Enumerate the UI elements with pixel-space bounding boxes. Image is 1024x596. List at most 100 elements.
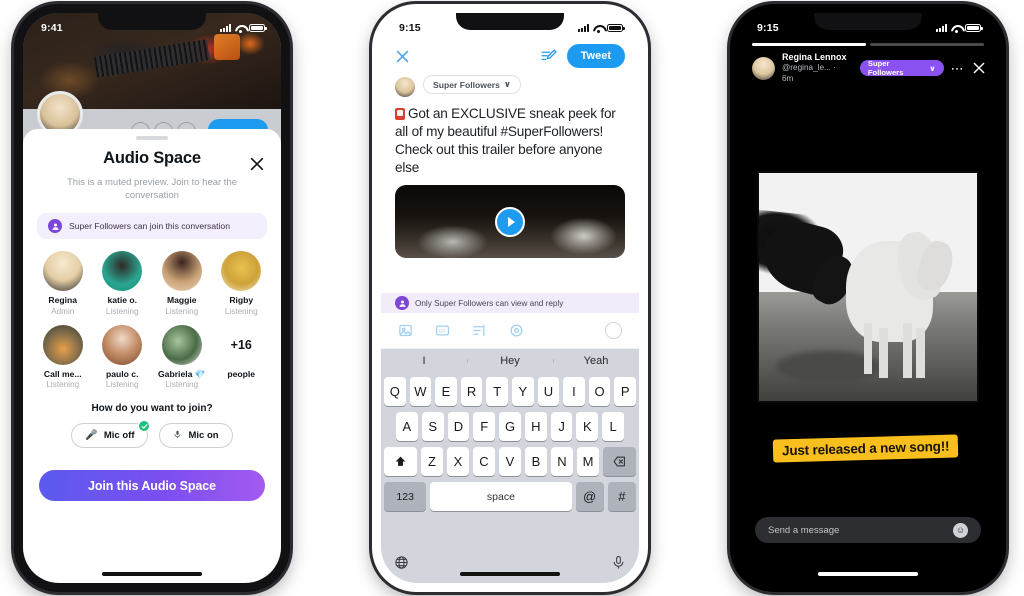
key-w[interactable]: W (409, 377, 432, 406)
participant-name: katie o. (107, 295, 138, 306)
key-y[interactable]: Y (512, 377, 534, 406)
avatar (395, 77, 415, 97)
avatar (221, 251, 262, 292)
join-audio-space-button[interactable]: Join this Audio Space (39, 470, 265, 502)
key-x[interactable]: X (447, 447, 469, 476)
avatar (42, 324, 83, 365)
participant-item[interactable]: Call me... Listening (33, 324, 93, 389)
key-t[interactable]: T (486, 377, 508, 406)
home-indicator[interactable] (460, 572, 560, 576)
suggestion-item[interactable]: I (381, 355, 467, 367)
super-followers-pill[interactable]: Super Followers ∨ (859, 59, 944, 77)
hash-key[interactable]: # (607, 482, 636, 511)
more-label: people (227, 368, 256, 379)
key-q[interactable]: Q (384, 377, 406, 406)
key-e[interactable]: E (435, 377, 457, 406)
key-o[interactable]: O (588, 377, 611, 406)
draft-compose-icon[interactable] (540, 48, 557, 65)
globe-icon[interactable] (394, 555, 409, 575)
gif-icon[interactable]: GIF (435, 323, 450, 338)
participant-item[interactable]: Regina Admin (33, 251, 93, 316)
key-z[interactable]: Z (421, 447, 443, 476)
shift-icon[interactable] (384, 447, 417, 476)
keyboard-bottom-row (381, 553, 639, 583)
battery-icon (965, 24, 983, 32)
key-b[interactable]: B (525, 447, 547, 476)
mic-off-option[interactable]: 🎤 Mic off (71, 420, 151, 449)
avatar (161, 251, 202, 292)
mic-options: 🎤 Mic off Mic on (23, 420, 281, 449)
avatar[interactable] (752, 56, 775, 80)
mic-muted-icon: 🎤 (85, 429, 98, 441)
participant-item[interactable]: katie o. Listening (93, 251, 153, 316)
status-indicators (578, 24, 625, 33)
participant-item[interactable]: Rigby Listening (212, 251, 272, 316)
at-key[interactable]: @ (575, 482, 604, 511)
key-h[interactable]: H (524, 412, 547, 441)
suggestion-item[interactable]: Hey (467, 355, 553, 367)
key-m[interactable]: M (577, 447, 599, 476)
cellular-signal-icon (578, 24, 589, 32)
image-icon[interactable] (398, 323, 413, 338)
key-v[interactable]: V (499, 447, 521, 476)
key-d[interactable]: D (447, 412, 470, 441)
key-p[interactable]: P (614, 377, 636, 406)
emoji-icon[interactable]: ☺ (953, 522, 968, 538)
audience-chip-label: Super Followers (433, 79, 500, 90)
cellular-signal-icon (220, 24, 231, 32)
compose-text[interactable]: Got an EXCLUSIVE sneak peek for all of m… (395, 105, 625, 177)
key-k[interactable]: K (576, 412, 599, 441)
participant-role: Listening (165, 306, 199, 316)
audience-selector-chip[interactable]: Super Followers ∨ (423, 75, 521, 94)
poll-icon[interactable] (472, 323, 487, 338)
participant-item[interactable]: Maggie Listening (152, 251, 212, 316)
wifi-icon (951, 24, 961, 33)
home-indicator[interactable] (102, 572, 202, 576)
location-icon[interactable] (509, 323, 524, 338)
microphone-icon[interactable] (611, 555, 626, 575)
numeric-key[interactable]: 123 (384, 482, 427, 511)
home-indicator[interactable] (818, 572, 918, 576)
white-horse-leg (878, 328, 888, 379)
participant-item[interactable]: paulo c. Listening (93, 324, 153, 390)
participant-name: Rigby (229, 295, 254, 306)
close-icon[interactable] (395, 49, 410, 64)
participant-role: Listening (165, 380, 199, 390)
key-a[interactable]: A (395, 412, 418, 441)
suggestion-item[interactable]: Yeah (553, 355, 639, 367)
key-f[interactable]: F (473, 412, 496, 441)
participant-role: Listening (105, 380, 139, 390)
mic-on-option[interactable]: Mic on (159, 423, 233, 449)
key-r[interactable]: R (460, 377, 483, 406)
key-g[interactable]: G (499, 412, 521, 441)
sheet-grabber[interactable] (136, 136, 168, 140)
key-i[interactable]: I (563, 377, 585, 406)
send-message-bar[interactable]: Send a message ☺ (755, 517, 981, 543)
close-icon[interactable] (972, 61, 986, 75)
keyboard-suggestions: I Hey Yeah (381, 349, 639, 373)
participant-item[interactable]: Gabriela 💎 Listening (152, 324, 212, 390)
story-progress-bar[interactable] (752, 43, 984, 46)
key-j[interactable]: J (550, 412, 573, 441)
key-u[interactable]: U (537, 377, 560, 406)
key-s[interactable]: S (421, 412, 444, 441)
status-time: 9:15 (399, 22, 421, 34)
message-placeholder: Send a message (768, 524, 840, 536)
participant-more[interactable]: +16 people (212, 325, 272, 389)
key-c[interactable]: C (473, 447, 495, 476)
chevron-down-icon: ∨ (503, 79, 511, 89)
attached-video-preview[interactable] (395, 185, 625, 259)
audio-space-sheet: Audio Space This is a muted preview. Joi… (23, 129, 281, 583)
selected-check-icon (138, 420, 151, 433)
white-horse-leg (915, 328, 925, 379)
participant-role: Listening (224, 306, 258, 316)
space-key[interactable]: space (430, 482, 572, 511)
participant-name: paulo c. (106, 368, 139, 379)
more-options-icon[interactable]: ⋯ (951, 62, 965, 75)
tweet-button[interactable]: Tweet (566, 44, 625, 68)
close-icon[interactable] (249, 156, 265, 172)
backspace-icon[interactable] (603, 447, 636, 476)
key-n[interactable]: N (551, 447, 573, 476)
play-icon[interactable] (495, 206, 525, 237)
key-l[interactable]: L (602, 412, 625, 441)
